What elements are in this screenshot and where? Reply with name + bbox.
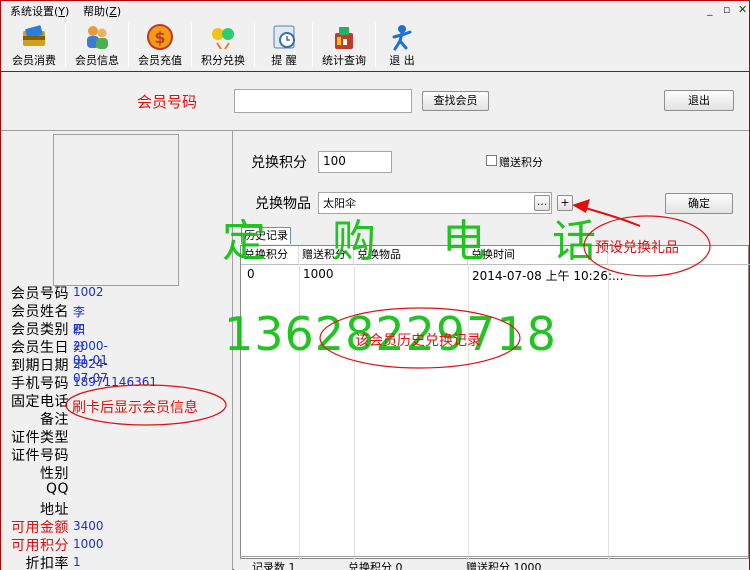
note-history: 该会员历史兑换记录: [355, 333, 481, 349]
note-gift: 预设兑换礼品: [595, 240, 679, 256]
annotation-layer: [65, 199, 711, 426]
note-member-info: 刷卡后显示会员信息: [72, 400, 198, 416]
